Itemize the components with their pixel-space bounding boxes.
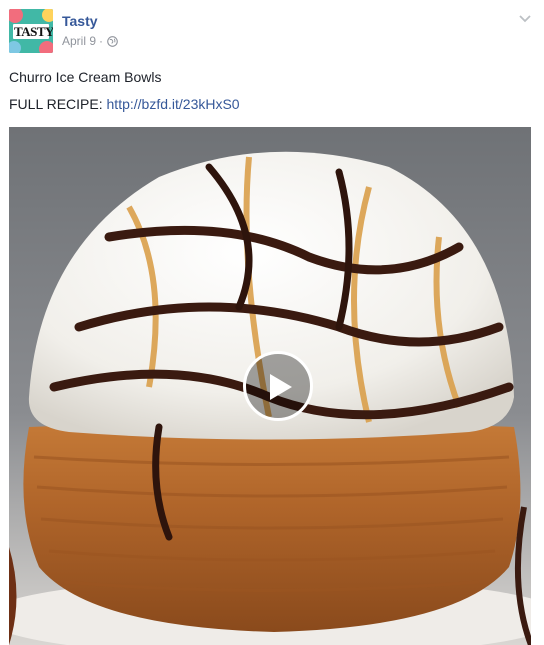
globe-icon [107,35,118,47]
play-button[interactable] [243,351,313,421]
page-avatar[interactable]: TASTY [9,9,53,53]
page-name-link[interactable]: Tasty [62,13,118,29]
recipe-prefix: FULL RECIPE: [9,96,107,112]
video-thumbnail[interactable] [9,127,531,645]
play-icon [270,374,292,400]
post-title: Churro Ice Cream Bowls [9,69,162,85]
avatar-logo-text: TASTY [14,24,53,39]
recipe-link[interactable]: http://bzfd.it/23kHxS0 [107,96,240,112]
chevron-down-icon[interactable] [518,14,532,24]
post-meta: Tasty April 9 · [62,9,118,48]
timestamp-row: April 9 · [62,34,118,48]
facebook-post: TASTY Tasty April 9 · Churro Ice Cream B… [0,0,544,645]
recipe-line: FULL RECIPE: http://bzfd.it/23kHxS0 [9,95,240,113]
post-date[interactable]: April 9 [62,34,96,48]
post-header: TASTY Tasty April 9 · [9,9,118,53]
meta-separator: · [99,34,104,48]
